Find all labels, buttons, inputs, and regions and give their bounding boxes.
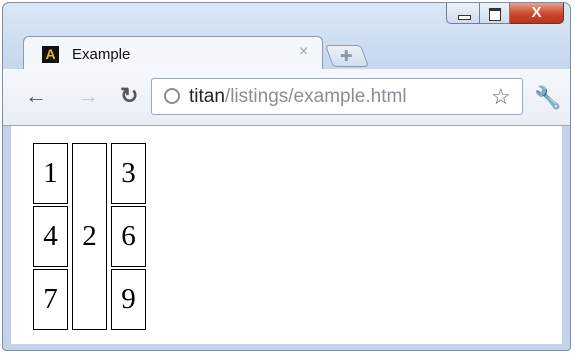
grid-cell-9: 9 (111, 269, 146, 330)
wrench-icon[interactable]: 🔧 (534, 85, 561, 111)
maximize-button[interactable] (480, 3, 510, 24)
page-content: 1 2 3 4 6 7 9 (11, 126, 562, 344)
forward-button[interactable]: → (77, 83, 99, 109)
arrow-right-icon: → (77, 83, 99, 108)
favicon-icon: A (42, 46, 59, 63)
reload-button[interactable]: ↻ (120, 83, 138, 109)
address-bar[interactable]: titan/listings/example.html ☆ (151, 78, 523, 115)
window-controls: X (446, 3, 564, 25)
maximize-icon (489, 8, 501, 21)
minimize-icon (458, 15, 471, 20)
grid-cell-1: 1 (33, 143, 68, 204)
grid-cell-7: 7 (33, 269, 68, 330)
grid-cell-6: 6 (111, 206, 146, 267)
back-button[interactable]: ← (25, 83, 47, 109)
minimize-button[interactable] (446, 3, 480, 24)
grid-cell-3: 3 (111, 143, 146, 204)
arrow-left-icon: ← (25, 83, 47, 108)
tab-example[interactable]: A Example × (23, 36, 323, 70)
grid-cell-4: 4 (33, 206, 68, 267)
star-icon[interactable]: ☆ (491, 84, 511, 110)
tab-close-button[interactable]: × (299, 43, 308, 61)
plus-icon: ✚ (340, 48, 353, 65)
tab-title: Example (72, 46, 131, 63)
new-tab-button[interactable]: ✚ (324, 45, 370, 67)
url-host: titan (189, 86, 225, 107)
close-icon: X (531, 4, 542, 21)
grid-cell-2: 2 (72, 143, 107, 330)
url-path: /listings/example.html (224, 86, 407, 107)
reload-icon: ↻ (120, 83, 139, 108)
globe-icon (164, 88, 180, 104)
close-window-button[interactable]: X (510, 3, 564, 24)
browser-window: X A Example × ✚ ← → ↻ titan/listings/exa… (2, 2, 571, 351)
toolbar: ← → ↻ titan/listings/example.html ☆ 🔧 (3, 69, 570, 126)
url-text: titan/listings/example.html (189, 86, 407, 108)
